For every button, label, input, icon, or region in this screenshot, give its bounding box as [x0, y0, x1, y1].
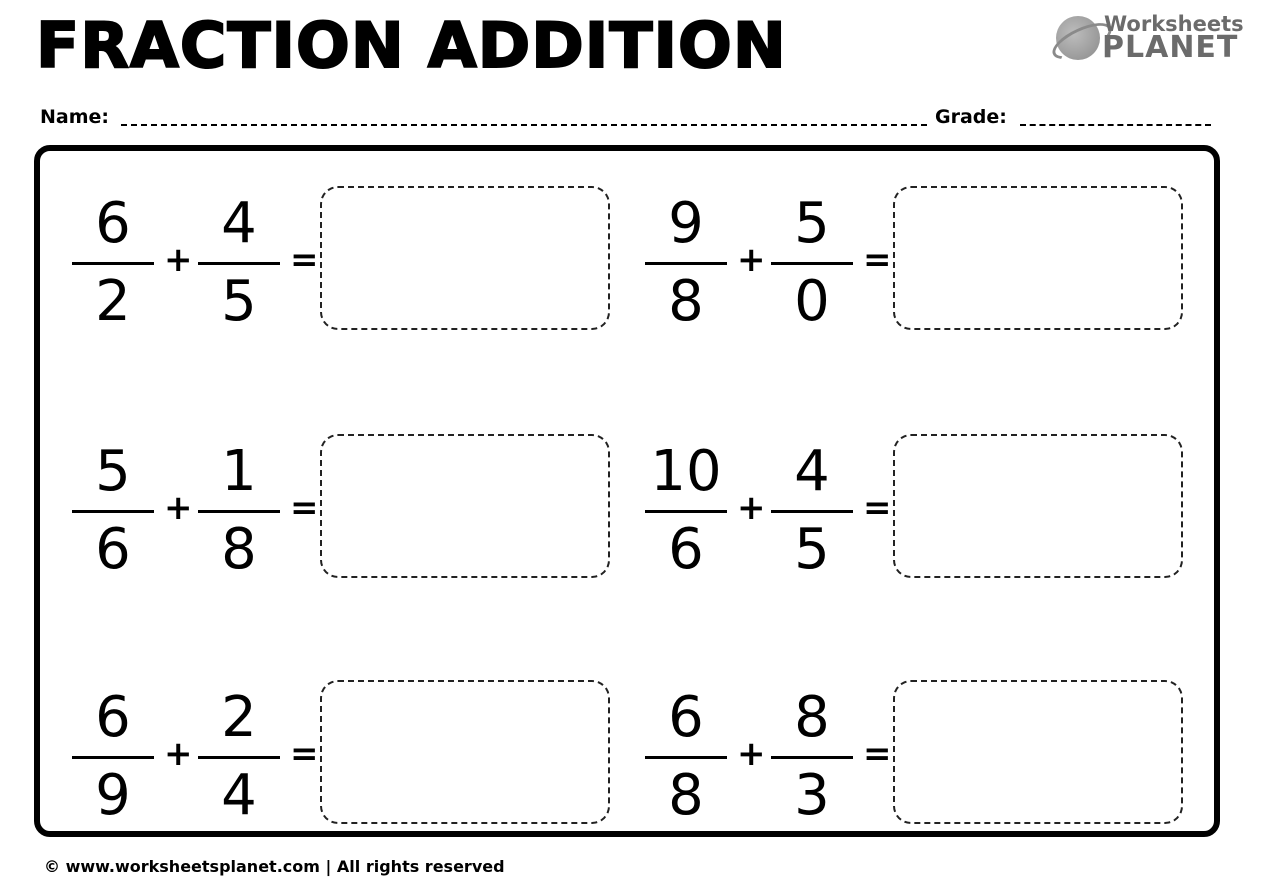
fraction-bar: [72, 510, 154, 513]
fraction-b: 4 5: [771, 434, 853, 584]
numerator: 9: [668, 191, 704, 256]
fraction-bar: [198, 756, 280, 759]
answer-box[interactable]: [320, 434, 610, 578]
denominator: 4: [221, 763, 257, 828]
numerator: 1: [221, 439, 257, 504]
logo-line-2: PLANET: [1102, 30, 1239, 65]
fraction-a: 6 9: [72, 680, 154, 830]
equals-sign: =: [290, 488, 319, 528]
fraction-bar: [771, 262, 853, 265]
equals-sign: =: [863, 240, 892, 280]
grade-field[interactable]: [1020, 124, 1211, 126]
equals-sign: =: [290, 240, 319, 280]
fraction-b: 8 3: [771, 680, 853, 830]
fraction-b: 1 8: [198, 434, 280, 584]
problem-5: 6 9 + 2 4 =: [72, 680, 632, 830]
denominator: 2: [95, 269, 131, 334]
fraction-bar: [198, 510, 280, 513]
denominator: 8: [221, 517, 257, 582]
answer-box[interactable]: [893, 186, 1183, 330]
website-link[interactable]: www.worksheetsplanet.com: [66, 857, 320, 876]
copyright-icon: ©: [44, 857, 60, 876]
fraction-bar: [645, 510, 727, 513]
fraction-b: 4 5: [198, 186, 280, 336]
plus-sign: +: [737, 488, 766, 528]
denominator: 0: [794, 269, 830, 334]
fraction-bar: [771, 756, 853, 759]
fraction-bar: [198, 262, 280, 265]
numerator: 5: [794, 191, 830, 256]
problem-4: 10 6 + 4 5 =: [645, 434, 1205, 584]
fraction-a: 9 8: [645, 186, 727, 336]
numerator: 2: [221, 685, 257, 750]
numerator: 4: [794, 439, 830, 504]
numerator: 8: [794, 685, 830, 750]
fraction-bar: [645, 756, 727, 759]
plus-sign: +: [164, 240, 193, 280]
worksheets-planet-logo: Worksheets PLANET: [1047, 10, 1244, 67]
numerator: 6: [95, 191, 131, 256]
rights-text: All rights reserved: [336, 857, 505, 876]
name-label: Name:: [40, 106, 110, 128]
plus-sign: +: [164, 488, 193, 528]
numerator: 10: [650, 439, 722, 504]
denominator: 8: [668, 269, 704, 334]
fraction-a: 10 6: [645, 434, 727, 584]
fraction-bar: [771, 510, 853, 513]
answer-box[interactable]: [893, 434, 1183, 578]
denominator: 8: [668, 763, 704, 828]
denominator: 9: [95, 763, 131, 828]
problem-3: 5 6 + 1 8 =: [72, 434, 632, 584]
answer-box[interactable]: [320, 680, 610, 824]
equals-sign: =: [863, 734, 892, 774]
footer-separator: |: [325, 857, 332, 876]
problem-1: 6 2 + 4 5 =: [72, 186, 632, 336]
equals-sign: =: [290, 734, 319, 774]
fraction-bar: [72, 262, 154, 265]
numerator: 6: [95, 685, 131, 750]
name-field[interactable]: [121, 124, 927, 126]
fraction-bar: [72, 756, 154, 759]
problem-2: 9 8 + 5 0 =: [645, 186, 1205, 336]
plus-sign: +: [164, 734, 193, 774]
fraction-a: 6 2: [72, 186, 154, 336]
worksheet-title: FRACTION ADDITION: [35, 8, 787, 83]
answer-box[interactable]: [893, 680, 1183, 824]
plus-sign: +: [737, 240, 766, 280]
denominator: 5: [221, 269, 257, 334]
equals-sign: =: [863, 488, 892, 528]
fraction-a: 6 8: [645, 680, 727, 830]
numerator: 4: [221, 191, 257, 256]
fraction-b: 5 0: [771, 186, 853, 336]
denominator: 6: [668, 517, 704, 582]
problem-6: 6 8 + 8 3 =: [645, 680, 1205, 830]
denominator: 6: [95, 517, 131, 582]
fraction-bar: [645, 262, 727, 265]
denominator: 3: [794, 763, 830, 828]
numerator: 6: [668, 685, 704, 750]
footer: © www.worksheetsplanet.com | All rights …: [44, 855, 505, 879]
plus-sign: +: [737, 734, 766, 774]
fraction-b: 2 4: [198, 680, 280, 830]
grade-label: Grade:: [935, 106, 1007, 128]
answer-box[interactable]: [320, 186, 610, 330]
fraction-a: 5 6: [72, 434, 154, 584]
denominator: 5: [794, 517, 830, 582]
numerator: 5: [95, 439, 131, 504]
